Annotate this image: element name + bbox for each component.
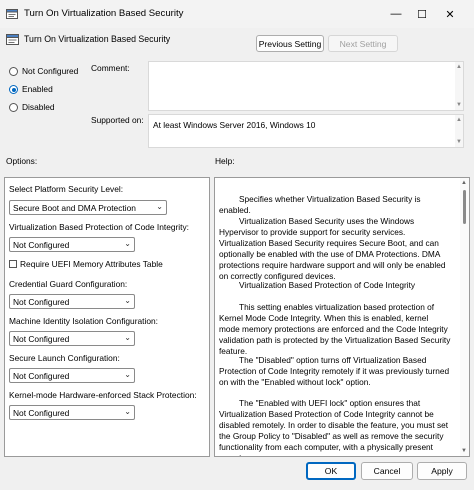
minimize-icon: — (390, 8, 402, 20)
chevron-down-icon: ⌄ (124, 407, 131, 416)
help-scrollbar[interactable]: ▲ ▼ (460, 178, 469, 456)
help-paragraph: The "Enabled with UEFI lock" option ensu… (219, 398, 449, 456)
radio-not-configured[interactable]: Not Configured (9, 66, 79, 78)
help-paragraph: Virtualization Based Protection of Code … (239, 280, 416, 290)
close-button[interactable]: ✕ (440, 5, 460, 23)
help-paragraph: This setting enables virtualization base… (219, 302, 451, 356)
help-paragraph: Specifies whether Virtualization Based S… (219, 194, 421, 215)
radio-disabled[interactable]: Disabled (9, 102, 69, 114)
close-icon: ✕ (445, 8, 455, 21)
scroll-up-icon[interactable]: ▲ (456, 64, 462, 70)
dropdown-value: Secure Boot and DMA Protection (13, 203, 136, 213)
machine-identity-label: Machine Identity Isolation Configuration… (9, 316, 158, 326)
radio-label: Disabled (22, 102, 55, 112)
platform-security-label: Select Platform Security Level: (9, 184, 124, 194)
uefi-checkbox-label: Require UEFI Memory Attributes Table (20, 259, 163, 269)
comment-label: Comment: (91, 63, 130, 73)
scroll-thumb[interactable] (463, 190, 466, 224)
radio-label: Not Configured (22, 66, 79, 76)
help-panel: Specifies whether Virtualization Based S… (214, 177, 470, 457)
kernel-stack-dropdown[interactable]: Not Configured ⌄ (9, 405, 135, 420)
credential-guard-dropdown[interactable]: Not Configured ⌄ (9, 294, 135, 309)
ok-button[interactable]: OK (306, 462, 356, 480)
chevron-down-icon: ⌄ (124, 296, 131, 305)
scroll-down-icon[interactable]: ▼ (461, 448, 467, 454)
radio-indicator[interactable] (9, 67, 18, 76)
policy-icon (6, 9, 18, 19)
scroll-down-icon[interactable]: ▼ (456, 102, 462, 108)
secure-launch-dropdown[interactable]: Not Configured ⌄ (9, 368, 135, 383)
maximize-button[interactable]: ☐ (412, 5, 432, 23)
help-header: Help: (215, 156, 235, 166)
window-title: Turn On Virtualization Based Security (24, 8, 184, 19)
help-paragraph: Virtualization Based Security uses the W… (219, 216, 446, 281)
options-panel: Select Platform Security Level: Secure B… (4, 177, 210, 457)
dropdown-value: Not Configured (13, 240, 70, 250)
machine-identity-dropdown[interactable]: Not Configured ⌄ (9, 331, 135, 346)
code-integrity-label: Virtualization Based Protection of Code … (9, 222, 190, 232)
chevron-down-icon: ⌄ (124, 370, 131, 379)
policy-name: Turn On Virtualization Based Security (24, 34, 171, 44)
supported-on-value: At least Windows Server 2016, Windows 10 (153, 120, 316, 130)
code-integrity-dropdown[interactable]: Not Configured ⌄ (9, 237, 135, 252)
title-bar: Turn On Virtualization Based Security — … (0, 0, 474, 28)
chevron-down-icon: ⌄ (124, 333, 131, 342)
help-paragraph: The "Disabled" option turns off Virtuali… (219, 355, 450, 387)
dropdown-value: Not Configured (13, 371, 70, 381)
radio-label: Enabled (22, 84, 53, 94)
apply-button[interactable]: Apply (417, 462, 467, 480)
supported-on-label: Supported on: (91, 115, 144, 125)
previous-setting-button[interactable]: Previous Setting (256, 35, 324, 52)
dropdown-value: Not Configured (13, 334, 70, 344)
maximize-icon: ☐ (417, 8, 427, 21)
credential-guard-label: Credential Guard Configuration: (9, 279, 128, 289)
chevron-down-icon: ⌄ (124, 239, 131, 248)
cancel-button[interactable]: Cancel (361, 462, 413, 480)
platform-security-dropdown[interactable]: Secure Boot and DMA Protection ⌄ (9, 200, 167, 215)
uefi-checkbox[interactable] (9, 260, 17, 268)
radio-enabled[interactable]: Enabled (9, 84, 69, 96)
secure-launch-label: Secure Launch Configuration: (9, 353, 120, 363)
kernel-stack-label: Kernel-mode Hardware-enforced Stack Prot… (9, 390, 197, 400)
minimize-button[interactable]: — (386, 5, 406, 23)
comment-scrollbar[interactable]: ▲ ▼ (455, 62, 463, 110)
radio-indicator-selected[interactable] (9, 85, 18, 94)
options-header: Options: (6, 156, 38, 166)
dropdown-value: Not Configured (13, 408, 70, 418)
scroll-up-icon[interactable]: ▲ (461, 180, 467, 186)
scroll-up-icon[interactable]: ▲ (456, 117, 462, 123)
dropdown-value: Not Configured (13, 297, 70, 307)
radio-indicator[interactable] (9, 103, 18, 112)
uefi-checkbox-row[interactable]: Require UEFI Memory Attributes Table (9, 259, 169, 271)
scroll-down-icon[interactable]: ▼ (456, 139, 462, 145)
chevron-down-icon: ⌄ (156, 202, 163, 211)
supported-on-box: At least Windows Server 2016, Windows 10… (148, 114, 464, 148)
supported-scrollbar[interactable]: ▲ ▼ (455, 115, 463, 147)
policy-setting-icon (6, 34, 19, 45)
comment-textbox[interactable]: ▲ ▼ (148, 61, 464, 111)
next-setting-button[interactable]: Next Setting (328, 35, 398, 52)
